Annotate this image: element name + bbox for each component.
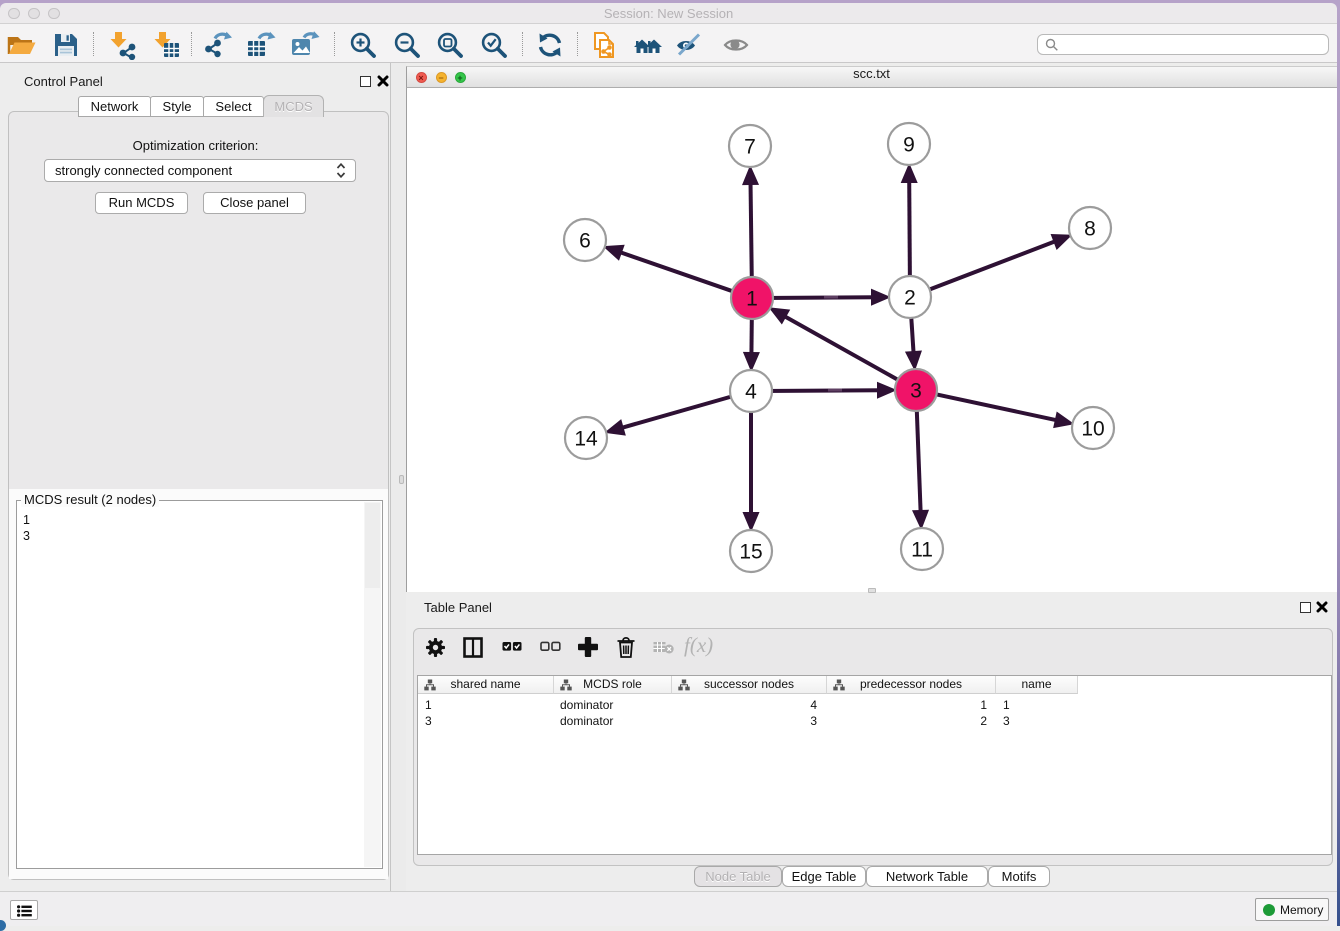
- svg-text:6: 6: [579, 230, 591, 253]
- svg-text:3: 3: [910, 380, 922, 403]
- svg-text:11: 11: [911, 539, 933, 562]
- svg-text:10: 10: [1081, 418, 1104, 441]
- svg-text:4: 4: [745, 381, 757, 404]
- svg-text:15: 15: [739, 541, 762, 564]
- svg-text:1: 1: [746, 288, 758, 311]
- svg-text:7: 7: [744, 136, 756, 159]
- svg-text:14: 14: [574, 428, 598, 451]
- svg-text:8: 8: [1084, 218, 1096, 241]
- svg-text:9: 9: [903, 134, 915, 157]
- svg-text:2: 2: [904, 287, 916, 310]
